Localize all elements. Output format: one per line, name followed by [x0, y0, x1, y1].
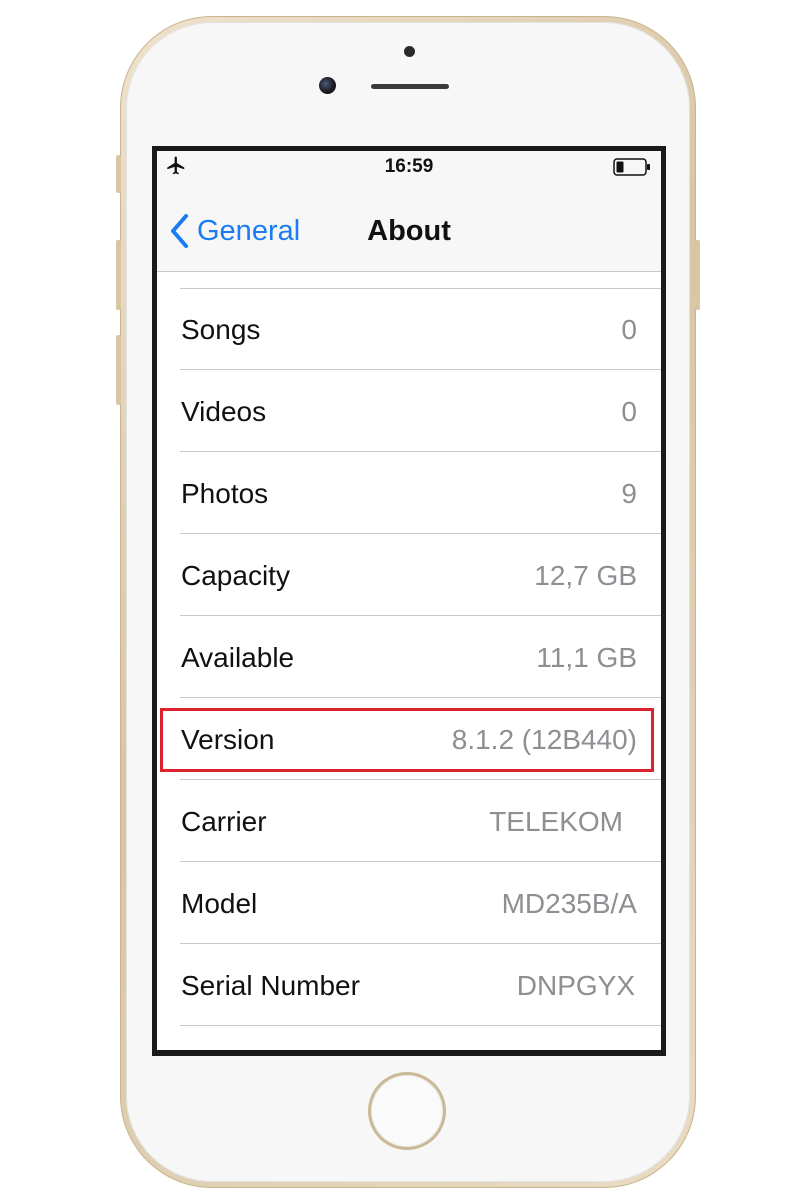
row-value: DNPGYX [516, 970, 635, 1001]
list-item-capacity: Capacity 12,7 GB [157, 534, 661, 616]
list-item-model: Model MD235B/A [157, 862, 661, 944]
row-value: MD235B/A [501, 888, 637, 919]
row-label: Carrier [181, 806, 267, 837]
navigation-bar: General About [157, 183, 661, 272]
earpiece-speaker [371, 84, 449, 89]
row-value: 0 [621, 314, 637, 345]
page-title: About [367, 215, 451, 247]
status-time: 16:59 [384, 156, 434, 177]
row-label: Model [181, 888, 258, 919]
list-item-songs: Songs 0 [157, 288, 661, 370]
row-label: Serial Number [181, 970, 360, 1001]
volume-up-button [116, 240, 121, 310]
list-divider [180, 1025, 661, 1026]
row-value: 12,7 GB [534, 560, 637, 591]
row-value: 11,1 GB [536, 642, 637, 673]
list-item-serial-number: Serial Number DNPGYX [157, 944, 661, 1026]
row-label: Photos [181, 478, 269, 509]
battery-icon [613, 158, 650, 176]
mute-switch [116, 155, 121, 193]
list-item-videos: Videos 0 [157, 370, 661, 452]
row-value: 0 [621, 396, 637, 427]
list-item-photos: Photos 9 [157, 452, 661, 534]
screen: 16:59 General About Songs 0 Videos 0 Pho… [157, 151, 661, 1050]
version-highlight-box [160, 708, 654, 772]
row-label: Songs [181, 314, 261, 345]
row-value: TELEKOM [489, 806, 623, 837]
list-item-available: Available 11,1 GB [157, 616, 661, 698]
row-label: Videos [181, 396, 267, 427]
front-camera [319, 77, 336, 94]
status-bar: 16:59 [157, 151, 661, 183]
list-item-carrier: Carrier TELEKOM [157, 780, 661, 862]
volume-down-button [116, 335, 121, 405]
row-value: 9 [621, 478, 637, 509]
row-label: Available [181, 642, 295, 673]
proximity-sensor [404, 46, 415, 57]
row-label: Capacity [181, 560, 290, 591]
home-button[interactable] [371, 1075, 443, 1147]
power-button [695, 240, 700, 310]
